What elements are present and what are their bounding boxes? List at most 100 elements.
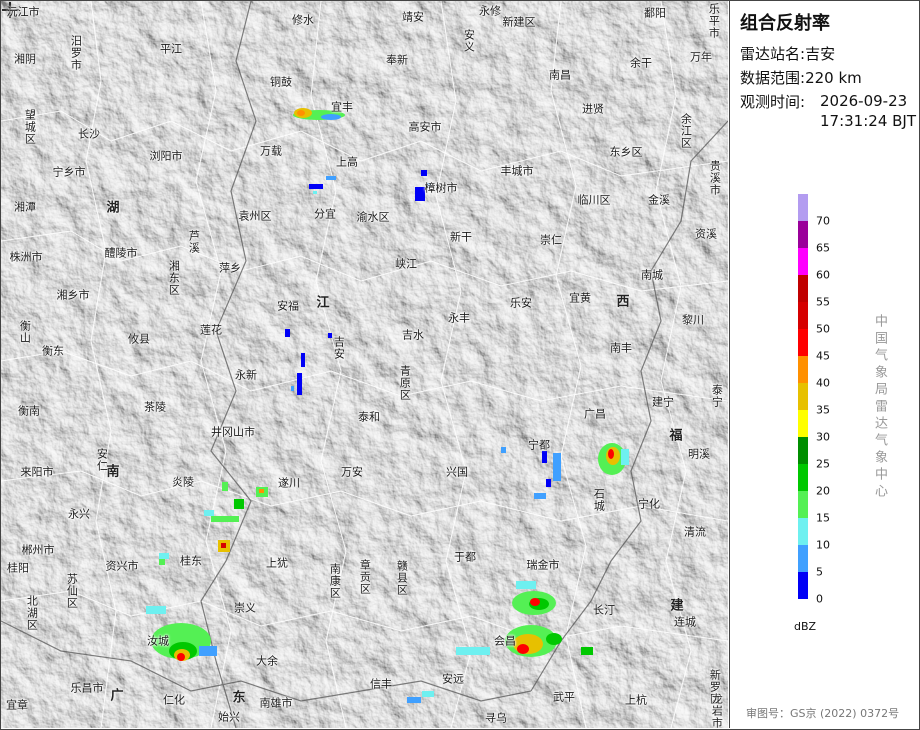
echo-cluster-shicheng (598, 443, 629, 475)
place-label: 宜章 (6, 698, 28, 712)
range-label: 数据范围: (740, 69, 806, 87)
echo-cluster-yanling (204, 482, 268, 552)
radar-echo-layer (146, 108, 629, 703)
place-label: 鄱阳 (644, 6, 666, 20)
echo-cluster-xinfeng (407, 691, 434, 703)
legend-tick-label: 35 (816, 403, 830, 417)
place-label: 崇仁 (540, 233, 562, 247)
place-label: 进贤 (582, 102, 604, 116)
place-label: 沅江市 (6, 5, 40, 19)
legend-tick-label: 10 (816, 538, 830, 552)
place-label: 乐平市 (707, 3, 721, 39)
place-label: 金溪 (648, 193, 670, 207)
place-label: 大余 (256, 654, 278, 668)
echo-cluster-ningdu (501, 447, 561, 499)
legend-tick-label: 0 (816, 592, 823, 606)
legend-swatch (798, 302, 808, 329)
echo-cluster-guidong (159, 553, 169, 565)
province-label: 福 (669, 428, 683, 444)
place-label: 长沙 (78, 127, 100, 141)
place-label: 仁化 (163, 693, 185, 707)
place-label: 桂东 (180, 554, 202, 568)
place-label: 奉新 (386, 53, 408, 67)
echo-cluster-anfu (285, 329, 332, 395)
place-label: 丰城市 (500, 164, 534, 178)
place-label: 宁乡市 (52, 165, 86, 179)
place-label: 汨罗市 (69, 35, 83, 71)
province-label: 西 (616, 294, 630, 310)
place-label: 南丰 (610, 341, 632, 355)
place-label: 宜丰 (331, 100, 353, 114)
place-label: 黎川 (682, 313, 704, 327)
legend-tick-label: 20 (816, 484, 830, 498)
place-label: 瑞金市 (526, 558, 560, 572)
place-label: 平江 (160, 42, 182, 56)
place-label: 桂阳 (7, 561, 29, 575)
legend-swatch (798, 248, 808, 275)
place-label: 吉水 (402, 328, 424, 342)
place-label: 醴陵市 (104, 246, 138, 260)
legend-swatch (798, 356, 808, 383)
time-value: 2026-09-23 17:31:24 BJT (820, 91, 916, 131)
place-label: 余江区 (679, 113, 693, 149)
legend-swatch (798, 275, 808, 302)
place-label: 茶陵 (144, 400, 166, 414)
place-label: 安远 (442, 672, 464, 686)
range-row: 数据范围:220 km (740, 67, 862, 88)
legend-swatch (798, 329, 808, 356)
place-label: 南雄市 (259, 696, 293, 710)
dbz-color-legend (798, 194, 808, 599)
legend-tick-label: 30 (816, 430, 830, 444)
time-date: 2026-09-23 (820, 92, 908, 110)
province-label: 建 (670, 598, 684, 614)
legend-tick-label: 65 (816, 241, 830, 255)
place-label: 万载 (260, 144, 282, 158)
station-value: 吉安 (805, 45, 836, 63)
place-label: 赣县区 (395, 560, 409, 596)
legend-tick-label: 40 (816, 376, 830, 390)
place-label: 会昌 (494, 634, 516, 648)
agency-credit: 中国气象局雷达气象中心 (872, 314, 887, 501)
place-label: 南康区 (328, 563, 342, 599)
time-clock: 17:31:24 BJT (820, 112, 917, 130)
time-row: 观测时间: (740, 91, 805, 112)
place-label: 永修 (479, 4, 501, 18)
echo-cluster-rucheng (146, 606, 217, 661)
time-label: 观测时间: (740, 93, 806, 111)
place-label: 南昌 (549, 68, 571, 82)
place-label: 信丰 (370, 677, 392, 691)
place-label: 渝水区 (356, 210, 390, 224)
place-label: 广昌 (584, 407, 606, 421)
place-label: 宜黄 (569, 291, 591, 305)
place-label: 武平 (553, 690, 575, 704)
place-label: 湘潭 (14, 200, 36, 214)
legend-tick-label: 5 (816, 565, 823, 579)
place-label: 建宁 (652, 395, 674, 409)
place-label: 湘乡市 (56, 288, 90, 302)
place-label: 宁化 (638, 497, 660, 511)
station-label: 雷达站名: (740, 45, 806, 63)
place-label: 分宜 (314, 207, 336, 221)
place-label: 乐昌市 (70, 681, 104, 695)
place-label: 攸县 (128, 332, 150, 346)
place-label: 新建区 (502, 15, 536, 29)
place-label: 永丰 (448, 311, 470, 325)
place-label: 安福 (277, 299, 299, 313)
place-label: 来阳市 (20, 465, 54, 479)
place-label: 袁州区 (238, 209, 272, 223)
place-label: 上高 (336, 155, 358, 169)
place-label: 万年 (690, 50, 712, 64)
place-label: 苏仙区 (65, 573, 79, 609)
legend-tick-label: 25 (816, 457, 830, 471)
place-label: 湘东区 (167, 260, 181, 296)
place-label: 寻乌 (485, 711, 507, 725)
legend-tick-label: 15 (816, 511, 830, 525)
place-label: 安仁 (95, 448, 109, 472)
info-panel: 组合反射率 雷达站名:吉安 数据范围:220 km 观测时间: 2026-09-… (730, 1, 918, 728)
place-label: 汝城 (147, 634, 169, 648)
place-label: 芦溪 (187, 230, 201, 254)
place-label: 连城 (674, 615, 696, 629)
place-label: 东乡区 (609, 145, 643, 159)
legend-swatch (798, 491, 808, 518)
place-label: 萍乡 (219, 261, 241, 275)
